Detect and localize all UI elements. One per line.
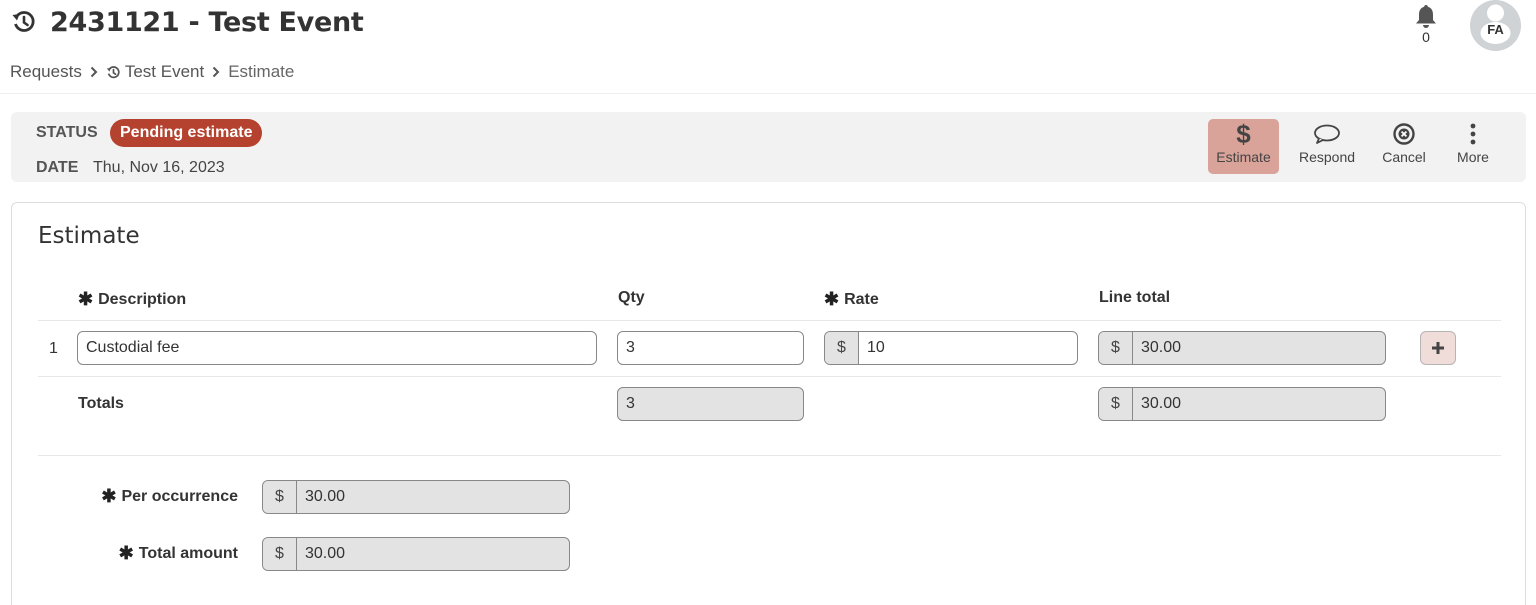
- status-label: STATUS: [36, 124, 98, 141]
- status-badge: Pending estimate: [110, 119, 263, 147]
- estimate-title: Estimate: [38, 223, 140, 249]
- currency-addon: $: [1099, 388, 1133, 420]
- total-amount-label: ✱ Total amount: [72, 543, 238, 564]
- more-button[interactable]: More: [1452, 119, 1494, 174]
- total-amount-label-text: Total amount: [138, 544, 238, 562]
- divider: [38, 455, 1501, 456]
- estimate-card: Estimate ✱ Description Qty ✱ Rate Line t…: [11, 202, 1526, 605]
- total-amount-value: 30.00: [305, 545, 346, 562]
- notifications-button[interactable]: 0: [1411, 3, 1441, 45]
- column-header-line-total: Line total: [1099, 289, 1170, 307]
- status-bar: STATUS Pending estimate DATE Thu, Nov 16…: [11, 112, 1526, 182]
- currency-addon: $: [825, 332, 859, 364]
- date-value: Thu, Nov 16, 2023: [93, 159, 225, 176]
- divider: [38, 320, 1501, 321]
- add-line-button[interactable]: [1420, 331, 1456, 365]
- totals-line-total-field: $ 30.00: [1098, 387, 1386, 421]
- column-header-qty-label: Qty: [618, 289, 645, 306]
- respond-button-label: Respond: [1298, 149, 1356, 165]
- chevron-right-icon: [90, 66, 98, 78]
- line-total-value: 30.00: [1141, 339, 1182, 356]
- per-occurrence-label-text: Per occurrence: [121, 487, 238, 505]
- breadcrumb: Requests Test Event Estimate: [10, 60, 294, 84]
- breadcrumb-requests[interactable]: Requests: [10, 62, 82, 82]
- column-header-rate-label: Rate: [844, 290, 879, 308]
- respond-button[interactable]: Respond: [1294, 119, 1360, 174]
- estimate-button[interactable]: $ Estimate: [1208, 119, 1279, 174]
- required-asterisk-icon: ✱: [118, 543, 134, 563]
- breadcrumb-estimate: Estimate: [228, 62, 295, 81]
- line-number: 1: [49, 340, 58, 357]
- cancel-button-label: Cancel: [1382, 149, 1426, 165]
- page-header: 2431121 - Test Event Requests Test Event…: [0, 0, 1536, 94]
- total-amount-field: $ 30.00: [262, 537, 570, 571]
- more-button-label: More: [1457, 149, 1489, 165]
- breadcrumb-test-event[interactable]: Test Event: [125, 62, 204, 82]
- dollar-icon: $: [1236, 119, 1251, 149]
- rate-value: 10: [867, 339, 885, 356]
- date-label: DATE: [36, 159, 79, 176]
- totals-qty-value: 3: [626, 395, 635, 412]
- avatar-initials: FA: [1487, 22, 1504, 37]
- description-value: Custodial fee: [86, 339, 180, 356]
- page-title-row: 2431121 - Test Event: [10, 4, 364, 40]
- plus-icon: [1432, 342, 1444, 354]
- description-input[interactable]: Custodial fee: [77, 331, 597, 365]
- history-icon: [10, 8, 38, 36]
- cancel-button[interactable]: Cancel: [1377, 119, 1431, 174]
- column-header-description: ✱ Description: [78, 289, 186, 310]
- avatar[interactable]: FA: [1470, 0, 1521, 51]
- currency-addon: $: [263, 538, 297, 570]
- divider: [38, 376, 1501, 377]
- line-total-field: $ 30.00: [1098, 331, 1386, 365]
- per-occurrence-value: 30.00: [305, 488, 346, 505]
- currency-addon: $: [1099, 332, 1133, 364]
- required-asterisk-icon: ✱: [101, 486, 117, 506]
- page-title: 2431121 - Test Event: [50, 6, 364, 38]
- column-header-description-label: Description: [98, 290, 187, 308]
- required-asterisk-icon: ✱: [824, 289, 840, 309]
- cancel-circle-icon: [1377, 119, 1431, 149]
- column-header-qty: Qty: [618, 289, 645, 307]
- totals-label: Totals: [78, 395, 124, 412]
- qty-input[interactable]: 3: [617, 331, 804, 365]
- estimate-button-label: Estimate: [1216, 149, 1271, 165]
- totals-qty-field: 3: [617, 387, 804, 421]
- per-occurrence-label: ✱ Per occurrence: [72, 486, 238, 507]
- currency-addon: $: [263, 481, 297, 513]
- column-header-line-total-label: Line total: [1099, 289, 1171, 306]
- per-occurrence-field: $ 30.00: [262, 480, 570, 514]
- speech-bubble-icon: [1294, 119, 1360, 149]
- totals-line-total-value: 30.00: [1141, 395, 1182, 412]
- notifications-count: 0: [1422, 29, 1430, 45]
- qty-value: 3: [626, 339, 635, 356]
- column-header-rate: ✱ Rate: [824, 289, 879, 310]
- required-asterisk-icon: ✱: [78, 289, 94, 309]
- chevron-right-icon: [212, 66, 220, 78]
- rate-input[interactable]: $ 10: [824, 331, 1078, 365]
- more-vertical-icon: [1452, 119, 1494, 149]
- history-icon: [106, 64, 122, 80]
